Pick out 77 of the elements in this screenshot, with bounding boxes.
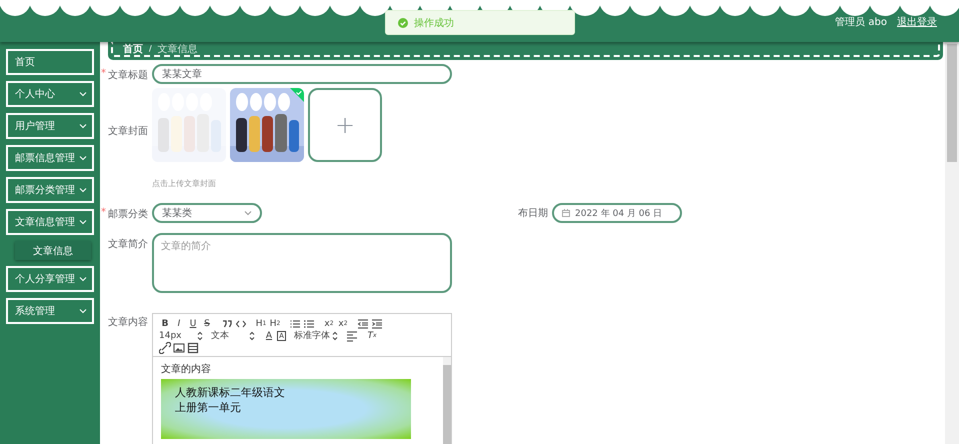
chevron-down-icon (79, 308, 87, 314)
editor-text: 文章的内容 (161, 362, 212, 376)
outdent-icon (357, 318, 369, 330)
link-icon (159, 342, 171, 354)
field-label: 文章标题 (108, 68, 148, 83)
upload-button[interactable]: + (308, 88, 382, 162)
breadcrumb-link[interactable]: 文章信息 (158, 42, 198, 56)
chevron-down-icon (79, 219, 87, 225)
field-label: 邮票分类 (108, 208, 148, 222)
bullet-list-icon (303, 318, 315, 330)
required-mark: * (101, 68, 106, 81)
numbered-list-icon (289, 318, 301, 330)
align-left-icon (346, 330, 358, 342)
slide-text: 上册第一单元 (175, 400, 242, 415)
toolbar-button[interactable] (289, 318, 301, 330)
toolbar-button[interactable]: I (173, 318, 185, 330)
breadcrumb-link[interactable]: 首页 (123, 42, 143, 56)
indent-icon (371, 318, 383, 330)
toolbar-dropdown[interactable]: 文本 (211, 330, 255, 342)
text-color-button[interactable]: A (263, 330, 275, 342)
chevron-down-icon (79, 276, 87, 282)
menu-item[interactable]: 个人中心 (6, 81, 94, 107)
toolbar-button[interactable] (173, 342, 185, 354)
scrollbar[interactable] (945, 42, 959, 444)
toolbar-button[interactable] (235, 318, 247, 330)
date-field[interactable]: 2022 年 04 月 06 日 (552, 203, 682, 223)
toolbar-button[interactable] (159, 342, 171, 354)
film-icon (187, 342, 199, 354)
text-input-field[interactable]: 某某文章 (152, 64, 452, 84)
logout-link[interactable]: 退出登录 (897, 15, 937, 29)
slide-text: 人教新课标二年级语文 (175, 385, 286, 400)
breadcrumb-separator: / (149, 44, 152, 53)
menu-item[interactable]: 首页 (6, 49, 94, 75)
quote-icon (221, 318, 233, 330)
field-label: 布日期 (518, 206, 548, 220)
toolbar-button[interactable]: B (159, 318, 171, 330)
toolbar-button[interactable] (346, 330, 358, 342)
chevron-down-icon (79, 91, 87, 97)
check-badge-icon (290, 88, 304, 102)
toolbar-button[interactable]: x$^{2}$ (337, 318, 349, 330)
chevron-down-icon (79, 187, 87, 193)
menu-item[interactable]: 文章信息管理 (6, 209, 94, 235)
required-mark: * (101, 207, 106, 220)
toolbar-button[interactable] (357, 318, 369, 330)
field-label: 文章简介 (108, 238, 148, 252)
toolbar-button[interactable] (371, 318, 383, 330)
user-name: 管理员 abo (835, 16, 887, 29)
dropdown-field[interactable]: 某某类 (152, 203, 262, 223)
chevron-down-icon (79, 155, 87, 161)
menu-item[interactable]: 用户管理 (6, 113, 94, 139)
upload-hint: 点击上传文章封面 (152, 178, 217, 189)
toolbar-button[interactable] (221, 318, 233, 330)
menu-item[interactable]: 系统管理 (6, 298, 94, 324)
toolbar-button[interactable] (187, 342, 199, 354)
text-area-field[interactable]: 文章的简介 (152, 233, 452, 293)
chevron-down-icon (244, 210, 252, 216)
toast-text: 操作成功 (414, 16, 454, 30)
check-circle-icon (398, 18, 408, 28)
toolbar-button[interactable]: U (187, 318, 199, 330)
sort-arrows-icon (332, 331, 338, 341)
sort-arrows-icon (249, 331, 255, 341)
sort-arrows-icon (197, 331, 203, 341)
toolbar-dropdown[interactable]: 标准字体 (294, 330, 338, 342)
toolbar-button[interactable] (303, 318, 315, 330)
menu-item[interactable]: 邮票分类管理 (6, 177, 94, 203)
image-icon (173, 342, 185, 354)
code-icon (235, 318, 247, 330)
submenu-item[interactable]: 文章信息 (15, 241, 91, 260)
chevron-down-icon (79, 123, 87, 129)
menu-item[interactable]: 邮票信息管理 (6, 145, 94, 171)
toolbar-dropdown[interactable]: 14px (159, 330, 203, 342)
menu-item[interactable]: 个人分享管理 (6, 266, 94, 292)
field-label: 文章内容 (108, 316, 148, 330)
field-label: 文章封面 (108, 124, 148, 139)
calendar-icon (562, 209, 570, 217)
scrollbar[interactable] (443, 357, 451, 444)
toolbar-button[interactable]: S (201, 318, 213, 330)
